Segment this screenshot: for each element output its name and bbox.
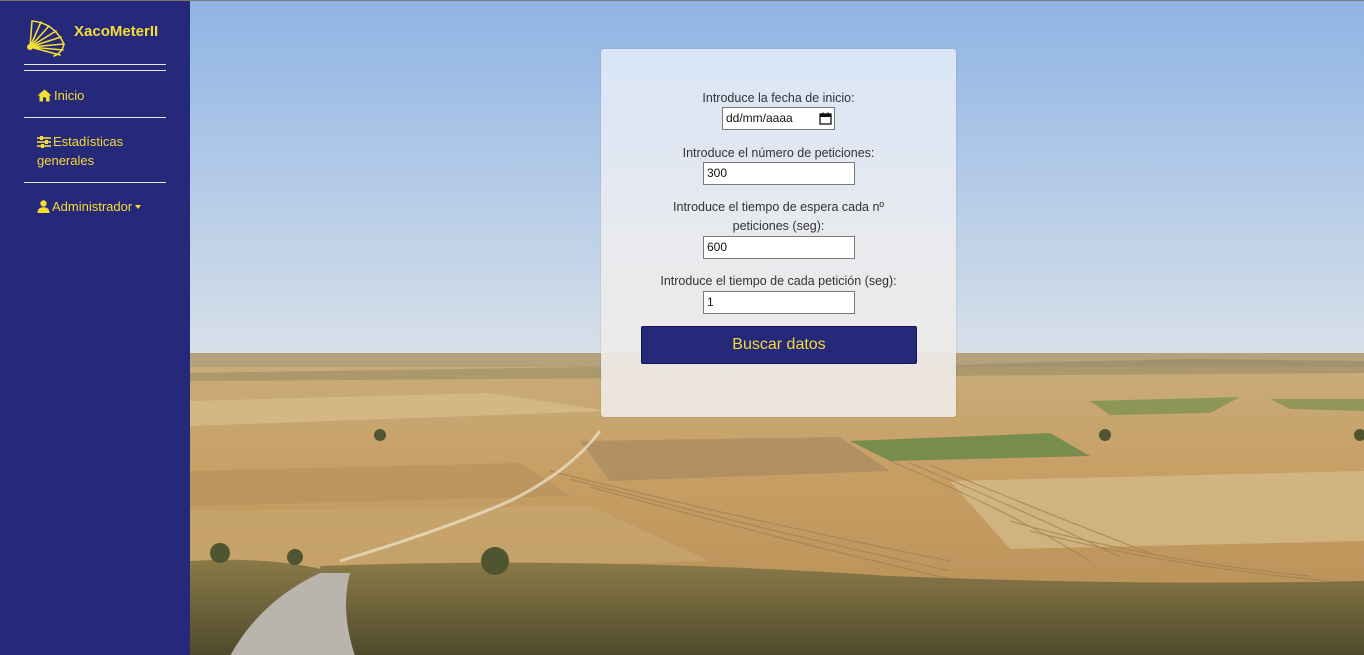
wait-time-input[interactable]: 600 [703, 236, 855, 259]
main-content: Introduce la fecha de inicio: dd/mm/aaaa… [190, 0, 1364, 655]
home-icon [37, 89, 52, 102]
num-requests-label: Introduce el número de peticiones: [682, 146, 875, 160]
wait-time-label-line2: peticiones (seg): [732, 219, 825, 233]
sidebar-item-label: Inicio [54, 88, 85, 103]
sidebar-divider [24, 70, 166, 71]
start-date-label: Introduce la fecha de inicio: [702, 91, 855, 105]
sidebar-item-estadisticas[interactable]: Estadísticas generales [37, 132, 123, 170]
brand-link[interactable]: XacoMeterII [24, 17, 159, 57]
sidebar-item-label-line2: generales [37, 153, 95, 168]
start-date-value: dd/mm/aaaa [726, 111, 793, 125]
chevron-down-icon [135, 205, 142, 209]
sidebar: XacoMeterII Inicio Estadísticas generale… [0, 0, 190, 655]
request-time-label: Introduce el tiempo de cada petición (se… [660, 274, 897, 288]
start-date-input[interactable]: dd/mm/aaaa [722, 107, 835, 130]
calendar-icon[interactable] [819, 112, 832, 125]
sliders-icon [37, 136, 51, 148]
sidebar-divider [24, 182, 166, 183]
wait-time-label: Introduce el tiempo de espera cada nº pe… [641, 198, 916, 236]
sidebar-divider [24, 117, 166, 118]
search-form-card: Introduce la fecha de inicio: dd/mm/aaaa… [601, 49, 956, 417]
wait-time-label-line1: Introduce el tiempo de espera cada nº [673, 200, 884, 214]
sidebar-item-inicio[interactable]: Inicio [37, 86, 84, 105]
request-time-input[interactable]: 1 [703, 291, 855, 314]
sidebar-item-label: Administrador [52, 199, 133, 214]
search-data-button[interactable]: Buscar datos [641, 326, 917, 364]
sidebar-item-label: Estadísticas [53, 134, 124, 149]
scallop-shell-icon [27, 20, 65, 57]
user-icon [37, 200, 50, 213]
brand-name: XacoMeterII [74, 22, 159, 40]
sidebar-divider [24, 64, 166, 65]
num-requests-input[interactable]: 300 [703, 162, 855, 185]
sidebar-item-administrador[interactable]: Administrador [37, 197, 142, 216]
